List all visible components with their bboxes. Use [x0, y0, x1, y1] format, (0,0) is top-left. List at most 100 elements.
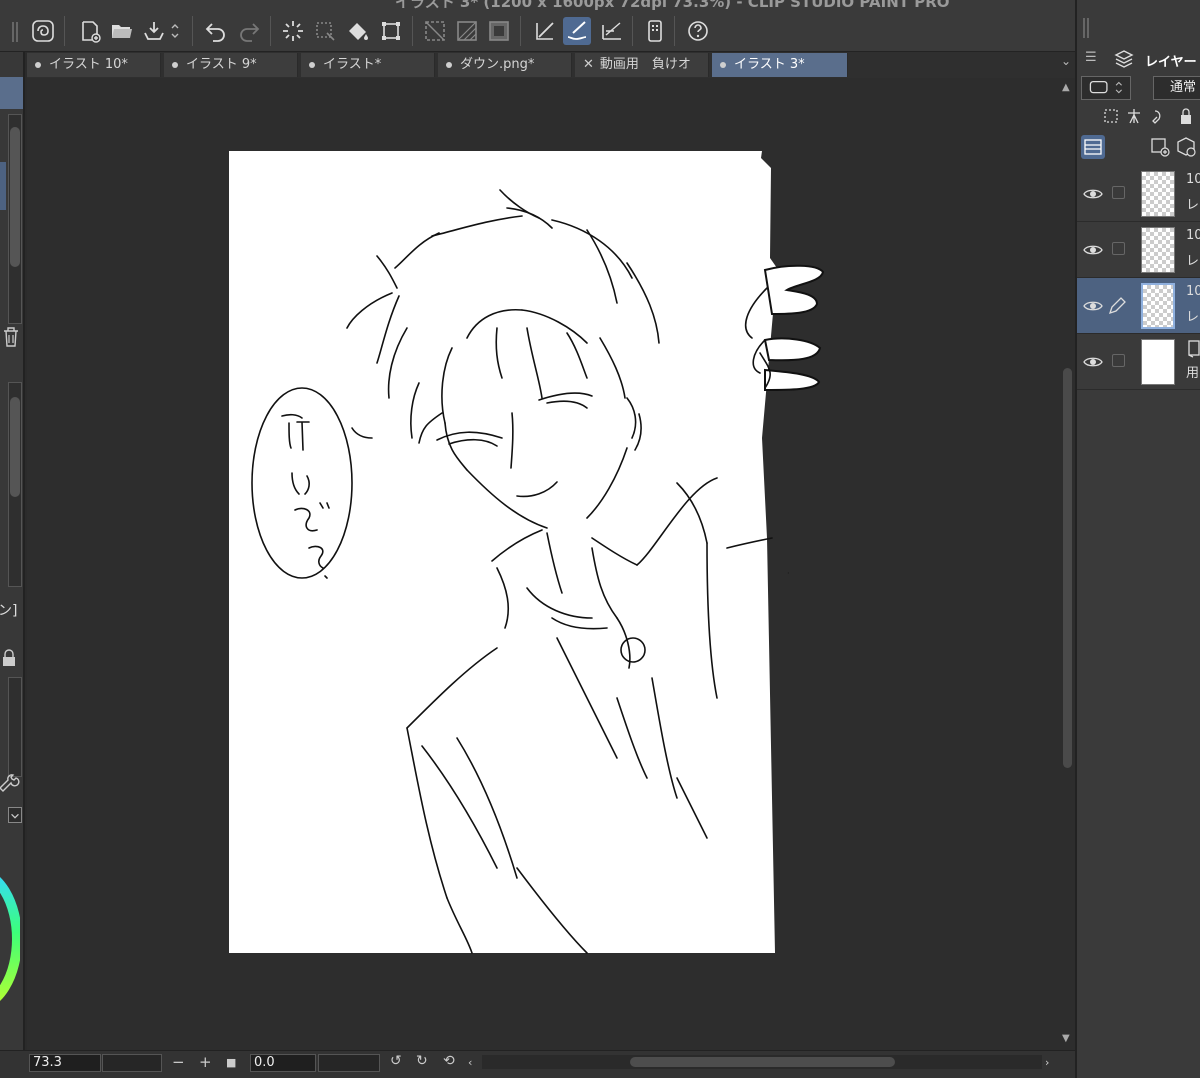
layer-list-view-icon[interactable]	[1081, 135, 1105, 159]
layer-type: レ	[1186, 198, 1200, 213]
left-tool-panel: ン]	[0, 52, 25, 1078]
navigator-status-bar: 73.3 − + ■ 0.0 ↺ ↻ ⟲ ‹ ›	[0, 1050, 1075, 1078]
zoom-slider[interactable]	[102, 1054, 162, 1072]
document-tabs: イラスト 10* イラスト 9* イラスト* ダウン.png* ✕ 動画用 負けオ…	[27, 52, 1075, 78]
reference-layer-icon[interactable]	[485, 17, 513, 45]
layer-select-checkbox[interactable]	[1112, 242, 1125, 255]
zoom-out-button[interactable]: −	[172, 1053, 185, 1071]
rotate-right-icon[interactable]: ↻	[416, 1053, 428, 1069]
reset-rotation-icon[interactable]: ⟲	[443, 1053, 455, 1069]
save-dropdown-icon[interactable]	[168, 17, 182, 45]
new-vector-layer-icon[interactable]	[1175, 136, 1197, 158]
palette-menu-button[interactable]	[8, 807, 22, 823]
layer-thumbnail	[1141, 283, 1175, 329]
save-icon[interactable]	[140, 17, 168, 45]
vertical-scroll-thumb[interactable]	[1063, 368, 1072, 768]
layer-property-icons	[1097, 107, 1200, 127]
rotation-slider[interactable]	[318, 1054, 380, 1072]
ruler-snap-icon[interactable]	[531, 17, 559, 45]
undo-icon[interactable]	[202, 17, 230, 45]
layer-select-checkbox[interactable]	[1112, 354, 1125, 367]
fill-icon[interactable]	[344, 17, 372, 45]
svg-text:·: ·	[787, 569, 790, 578]
help-icon[interactable]	[684, 17, 712, 45]
layer-type: レ	[1186, 254, 1200, 269]
window-title: イラスト 3* (1200 x 1600px 72dpi 73.3%) - CL…	[395, 0, 950, 10]
opacity-selector[interactable]	[1081, 76, 1131, 100]
palette-scrollbar[interactable]	[8, 677, 22, 777]
panel-menu-icon[interactable]: ☰	[1085, 50, 1097, 65]
layers-icon[interactable]	[1113, 48, 1135, 70]
deselect-icon[interactable]	[311, 17, 339, 45]
fit-square-icon[interactable]: ■	[226, 1056, 236, 1069]
tab-illust-3[interactable]: イラスト 3*	[712, 53, 848, 77]
layer-panel-title: レイヤー	[1145, 55, 1197, 70]
color-wheel[interactable]	[0, 867, 22, 1017]
new-file-icon[interactable]	[76, 17, 104, 45]
smartphone-icon[interactable]	[641, 17, 669, 45]
hand-sketch	[763, 264, 825, 392]
scroll-down-arrow-icon[interactable]: ▼	[1062, 1033, 1070, 1044]
tab-down-png[interactable]: ダウン.png*	[438, 53, 572, 77]
layer-row[interactable]: 10 レ	[1077, 166, 1200, 222]
paper-layer-icon	[1188, 340, 1200, 358]
layer-type: 用	[1186, 366, 1200, 381]
rotate-left-icon[interactable]: ↺	[390, 1053, 402, 1069]
toolbar-grip[interactable]	[12, 22, 18, 42]
pencil-icon	[1108, 297, 1126, 315]
layer-panel: ☰ レイヤー 通常 10 レ 10 レ 10 レ 用	[1075, 0, 1200, 1078]
tool-selected[interactable]	[0, 77, 23, 109]
scroll-right-arrow-icon[interactable]: ›	[1045, 1056, 1049, 1069]
select-all-icon[interactable]	[279, 17, 307, 45]
blend-mode-select[interactable]: 通常	[1153, 76, 1200, 100]
tab-video[interactable]: ✕ 動画用 負けオ	[575, 53, 709, 77]
tab-illust-10[interactable]: イラスト 10*	[27, 53, 161, 77]
title-bar: イラスト 3* (1200 x 1600px 72dpi 73.3%) - CL…	[0, 0, 1200, 10]
layer-name: 10	[1186, 284, 1200, 299]
eye-icon[interactable]	[1083, 296, 1103, 316]
transform-icon[interactable]	[377, 17, 405, 45]
scroll-left-arrow-icon[interactable]: ‹	[468, 1056, 472, 1069]
command-bar	[0, 10, 1075, 52]
clip-studio-icon[interactable]	[29, 17, 57, 45]
canvas-horizontal-scrollbar[interactable]	[482, 1055, 1042, 1069]
layer-thumbnail	[1141, 171, 1175, 217]
layer-row[interactable]: 10 レ	[1077, 222, 1200, 278]
eye-icon[interactable]	[1083, 184, 1103, 204]
canvas-vertical-scrollbar[interactable]: ▲ ▼	[1060, 78, 1075, 1050]
layer-row-active[interactable]: 10 レ	[1077, 278, 1200, 334]
eye-icon[interactable]	[1083, 240, 1103, 260]
new-raster-layer-icon[interactable]	[1149, 136, 1171, 158]
scroll-up-arrow-icon[interactable]: ▲	[1062, 82, 1070, 93]
panel-grip[interactable]	[1083, 18, 1089, 38]
paper-layer-thumbnail	[1141, 339, 1175, 385]
tab-close-icon[interactable]: ✕	[583, 53, 594, 77]
wrench-icon[interactable]	[0, 774, 20, 794]
layer-panel-header: ☰ レイヤー	[1077, 44, 1200, 74]
lock-icon[interactable]	[0, 649, 18, 667]
perspective-ruler-icon[interactable]	[598, 17, 626, 45]
layer-thumbnail	[1141, 227, 1175, 273]
tab-illust-9[interactable]: イラスト 9*	[164, 53, 298, 77]
layer-name: 10	[1186, 228, 1200, 243]
zoom-input[interactable]: 73.3	[29, 1054, 101, 1072]
hide-selection-icon[interactable]	[421, 17, 449, 45]
clip-layer-icon[interactable]	[453, 17, 481, 45]
canvas-viewport[interactable]: ·	[27, 78, 1060, 1050]
drawing-canvas[interactable]: ·	[27, 78, 1060, 1050]
clip-studio-window: イラスト 3* (1200 x 1600px 72dpi 73.3%) - CL…	[0, 0, 1200, 1078]
tab-illust[interactable]: イラスト*	[301, 53, 435, 77]
zoom-in-button[interactable]: +	[199, 1053, 212, 1071]
layer-name: 10	[1186, 172, 1200, 187]
brush-snap-icon[interactable]	[563, 17, 591, 45]
layer-row[interactable]: 用	[1077, 334, 1200, 390]
rotation-input[interactable]: 0.0	[250, 1054, 316, 1072]
horizontal-scroll-thumb[interactable]	[630, 1057, 895, 1067]
open-folder-icon[interactable]	[108, 17, 136, 45]
tab-menu-chevron-icon[interactable]: ⌄	[1061, 54, 1071, 68]
redo-icon[interactable]	[235, 17, 263, 45]
eye-icon[interactable]	[1083, 352, 1103, 372]
layer-select-checkbox[interactable]	[1112, 186, 1125, 199]
trash-icon[interactable]	[2, 326, 20, 348]
subtool-selected[interactable]	[0, 162, 6, 210]
